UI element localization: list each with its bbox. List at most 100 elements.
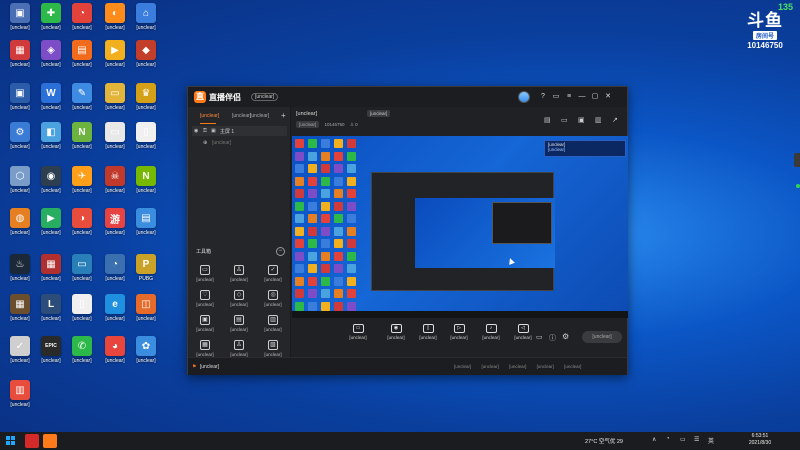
tab-third[interactable]: [unclear] bbox=[250, 113, 269, 119]
desktop-icon[interactable]: ▤ [unclear] bbox=[64, 40, 100, 80]
tool-item[interactable]: ▣ [unclear] bbox=[190, 315, 220, 337]
close-icon[interactable]: ✕ bbox=[603, 92, 613, 102]
preview-desktop-icon bbox=[334, 201, 343, 211]
video-control[interactable]: ▷ [unclear] bbox=[446, 324, 472, 340]
gift-icon[interactable]: ▥ bbox=[595, 116, 602, 124]
desktop-icon[interactable]: N [unclear] bbox=[128, 166, 164, 206]
desktop-icon[interactable]: ✆ [unclear] bbox=[64, 336, 100, 376]
scene-sidebar: [unclear] [unclear] [unclear] + ◉ ⚿ ▣ 主屏… bbox=[188, 107, 291, 357]
tool-icon: ◇ bbox=[234, 290, 244, 300]
tool-item[interactable]: ▤ [unclear] bbox=[224, 315, 254, 337]
camera-small-icon[interactable]: ▭ bbox=[536, 333, 543, 341]
desktop-icon[interactable]: ▭ [unclear] bbox=[64, 254, 100, 294]
tool-item[interactable]: ◇ [unclear] bbox=[224, 290, 254, 312]
tool-label: [unclear] bbox=[264, 327, 282, 332]
control-label: [unclear] bbox=[482, 335, 500, 340]
menu-icon[interactable]: ≡ bbox=[564, 92, 574, 102]
volume-icon[interactable]: ☰ bbox=[694, 436, 699, 443]
desktop-icon[interactable]: ✎ [unclear] bbox=[64, 83, 100, 123]
preview-desktop-icon bbox=[308, 139, 317, 148]
clock-date: 2021/8/30 bbox=[748, 440, 772, 446]
desktop-icon[interactable]: ▤ [unclear] bbox=[128, 208, 164, 248]
settings-gear-icon[interactable]: ⚙ bbox=[562, 332, 569, 341]
desktop-icon[interactable]: ◫ [unclear] bbox=[128, 294, 164, 334]
taskbar-app-streamer[interactable] bbox=[43, 434, 57, 448]
app-icon: ◫ bbox=[136, 294, 156, 314]
desktop-icon[interactable]: ▥ [unclear] bbox=[2, 380, 38, 420]
tab-second[interactable]: [unclear] bbox=[232, 113, 251, 119]
version-chip[interactable]: [unclear] bbox=[251, 93, 279, 101]
desktop-icon[interactable]: ◔ [unclear] bbox=[64, 3, 100, 43]
tool-item[interactable]: ▥ [unclear] bbox=[258, 315, 288, 337]
lock-icon[interactable]: ⚿ bbox=[203, 128, 207, 134]
desktop-icon[interactable]: ◆ [unclear] bbox=[128, 40, 164, 80]
stream-meta: [unclear] 10146750 ♙ 0 bbox=[296, 121, 358, 128]
help-icon[interactable]: ? bbox=[538, 92, 548, 102]
preview-desktop-icon bbox=[347, 151, 356, 161]
desktop-icon[interactable]: ✿ [unclear] bbox=[128, 336, 164, 376]
phone-cast-control[interactable]: ▯ [unclear] bbox=[415, 324, 441, 340]
desktop-icon[interactable]: ▯ [unclear] bbox=[128, 122, 164, 162]
tab-scenes[interactable]: [unclear] bbox=[200, 113, 219, 119]
tray-expand-icon[interactable]: ∧ bbox=[652, 436, 656, 443]
weather-widget[interactable]: 27°C 空气优 29 bbox=[585, 437, 623, 445]
tool-item[interactable]: ♡ [unclear] bbox=[190, 290, 220, 312]
scene-item-add-source[interactable]: ⊕ [unclear] bbox=[192, 138, 287, 148]
camera-control[interactable]: ◉ [unclear] bbox=[383, 324, 409, 340]
preview-desktop-icon bbox=[321, 251, 330, 261]
taskbar-app-douyu[interactable] bbox=[25, 434, 39, 448]
app-icon: ▤ bbox=[136, 208, 156, 228]
collapse-toolbox-button[interactable]: − bbox=[276, 247, 285, 256]
clock[interactable]: 6:53:51 2021/8/30 bbox=[740, 433, 780, 447]
tool-item[interactable]: ◎ [unclear] bbox=[258, 290, 288, 312]
app-icon: e bbox=[105, 294, 125, 314]
screen-icon[interactable]: ▭ bbox=[561, 116, 568, 124]
record-icon[interactable]: ▣ bbox=[578, 116, 585, 124]
app-icon: N bbox=[72, 122, 92, 142]
stream-preview[interactable]: [unclear] [unclear] bbox=[292, 136, 628, 318]
preview-desktop-icon bbox=[334, 176, 343, 186]
minimize-icon[interactable]: — bbox=[577, 92, 587, 102]
room-badge: 房间号 bbox=[752, 31, 777, 40]
desktop-icon[interactable]: ⌂ [unclear] bbox=[128, 3, 164, 43]
tool-item[interactable]: ▭ [unclear] bbox=[190, 265, 220, 287]
eye-icon[interactable]: ◉ bbox=[194, 128, 198, 134]
battery-icon[interactable]: ▭ bbox=[680, 436, 686, 443]
preview-desktop-icon bbox=[308, 214, 317, 223]
tool-item[interactable]: ✓ [unclear] bbox=[258, 265, 288, 287]
speaker-control[interactable]: ◁ [unclear] bbox=[510, 324, 536, 340]
tool-item[interactable]: ♙ [unclear] bbox=[224, 265, 254, 287]
app-icon: ✆ bbox=[72, 336, 92, 356]
preview-desktop-icon bbox=[295, 176, 304, 186]
app-icon: ◔ bbox=[105, 254, 125, 274]
add-scene-button[interactable]: + bbox=[281, 111, 286, 120]
maximize-icon[interactable]: ▢ bbox=[590, 92, 600, 102]
category-chip[interactable]: [unclear] bbox=[296, 121, 320, 128]
desktop-icon[interactable]: P PUBG bbox=[128, 254, 164, 294]
layout-icon[interactable]: ▤ bbox=[544, 116, 551, 124]
status-message[interactable]: ⚑ [unclear] bbox=[192, 364, 219, 370]
share-icon[interactable]: ↗ bbox=[612, 116, 618, 124]
start-stream-button[interactable]: [unclear] bbox=[582, 331, 622, 343]
edit-title-button[interactable]: [unclear] bbox=[367, 110, 391, 117]
start-button[interactable] bbox=[6, 436, 16, 446]
info-icon[interactable]: ⓘ bbox=[549, 333, 556, 343]
desktop-icon-label: [unclear] bbox=[72, 105, 92, 111]
side-handle[interactable] bbox=[794, 153, 800, 167]
desktop-icon[interactable]: ✈ [unclear] bbox=[64, 166, 100, 206]
input-method-icon[interactable]: 英 bbox=[708, 436, 714, 445]
skin-icon[interactable]: ▭ bbox=[551, 92, 561, 102]
network-icon[interactable]: ◔ bbox=[666, 436, 670, 442]
desktop-icon[interactable]: N [unclear] bbox=[64, 122, 100, 162]
desktop-icon[interactable]: ◑ [unclear] bbox=[64, 208, 100, 248]
desktop-icon[interactable]: ▯ [unclear] bbox=[64, 294, 100, 334]
scene-item-main[interactable]: ◉ ⚿ ▣ 主屏 1 bbox=[192, 126, 287, 136]
mic-control[interactable]: ♪ [unclear] bbox=[478, 324, 504, 340]
live-screen-control[interactable]: ▭ [unclear] bbox=[345, 324, 371, 340]
preview-desktop-icon bbox=[295, 189, 304, 198]
preview-desktop-icon bbox=[321, 139, 330, 148]
app-icon: ⬡ bbox=[10, 166, 30, 186]
desktop-icon[interactable]: ♛ [unclear] bbox=[128, 83, 164, 123]
tool-icon: ▦ bbox=[200, 340, 210, 350]
avatar[interactable] bbox=[518, 91, 530, 103]
